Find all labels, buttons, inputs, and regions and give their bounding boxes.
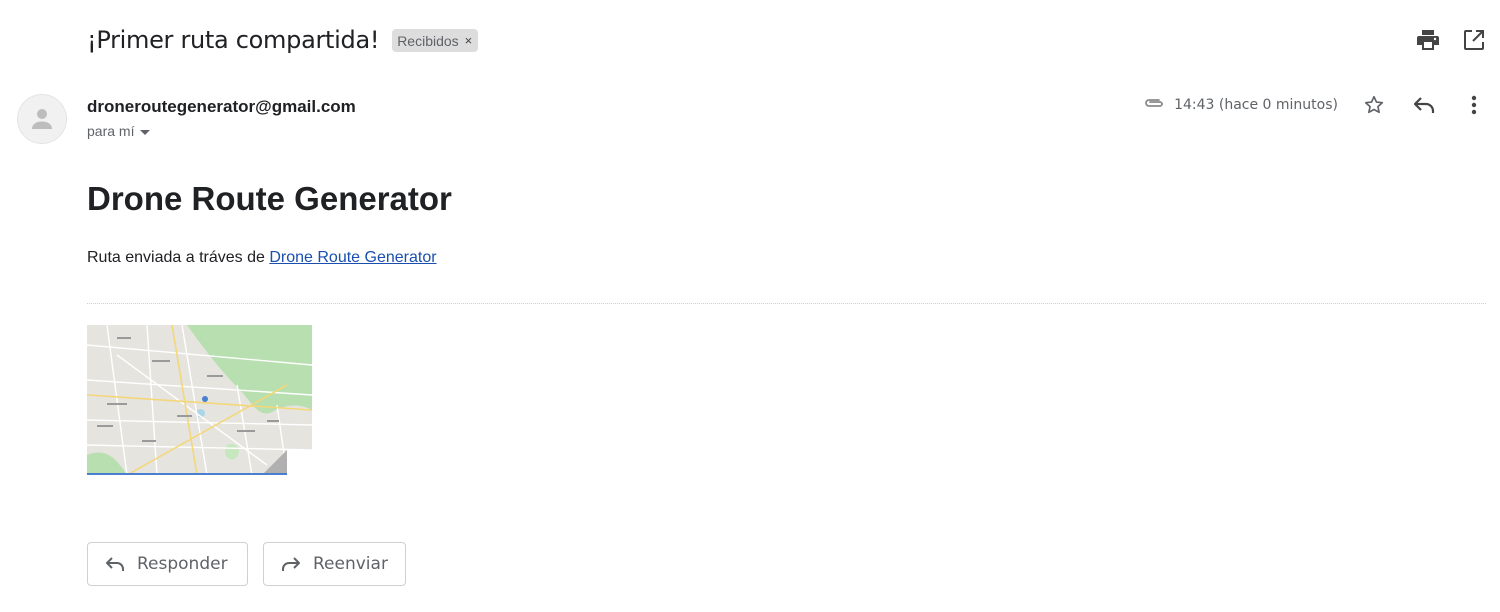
label-chip-text: Recibidos — [397, 32, 459, 49]
reply-button[interactable]: Responder — [87, 542, 248, 586]
subject-row: ¡Primer ruta compartida! Recibidos × — [87, 26, 479, 54]
chevron-down-icon[interactable] — [140, 129, 151, 135]
forward-icon — [281, 556, 301, 572]
email-subject: ¡Primer ruta compartida! — [87, 26, 380, 54]
forward-button[interactable]: Reenviar — [263, 542, 406, 586]
sender-address[interactable]: droneroutegenerator@gmail.com — [87, 97, 356, 117]
open-in-new-window-icon[interactable] — [1462, 28, 1486, 52]
person-icon — [32, 109, 52, 129]
message-meta: 14:43 (hace 0 minutos) — [1143, 93, 1486, 117]
recipient-line[interactable]: para mí — [87, 123, 151, 139]
map-attachment-thumbnail[interactable] — [87, 325, 312, 475]
email-body-text: Ruta enviada a tráves de Drone Route Gen… — [87, 249, 437, 267]
attachment-divider — [87, 303, 1486, 304]
attachment-icon — [1143, 96, 1165, 114]
reply-icon[interactable] — [1412, 93, 1436, 117]
reply-button-label: Responder — [137, 554, 228, 574]
top-actions — [1416, 28, 1486, 52]
print-icon[interactable] — [1416, 28, 1440, 52]
star-icon[interactable] — [1362, 93, 1386, 117]
map-image — [87, 325, 312, 475]
remove-label-icon[interactable]: × — [465, 33, 473, 48]
label-chip-recibidos[interactable]: Recibidos × — [392, 29, 479, 52]
email-heading: Drone Route Generator — [87, 180, 452, 217]
attachment-underline — [87, 473, 287, 475]
forward-button-label: Reenviar — [313, 554, 388, 574]
recipient-text: para mí — [87, 123, 135, 139]
more-vert-icon[interactable] — [1462, 93, 1486, 117]
message-time: 14:43 (hace 0 minutos) — [1174, 97, 1338, 113]
body-text-prefix: Ruta enviada a tráves de — [87, 249, 270, 266]
reply-icon — [105, 556, 125, 572]
sender-avatar[interactable] — [17, 94, 67, 144]
drone-route-generator-link[interactable]: Drone Route Generator — [269, 249, 436, 266]
